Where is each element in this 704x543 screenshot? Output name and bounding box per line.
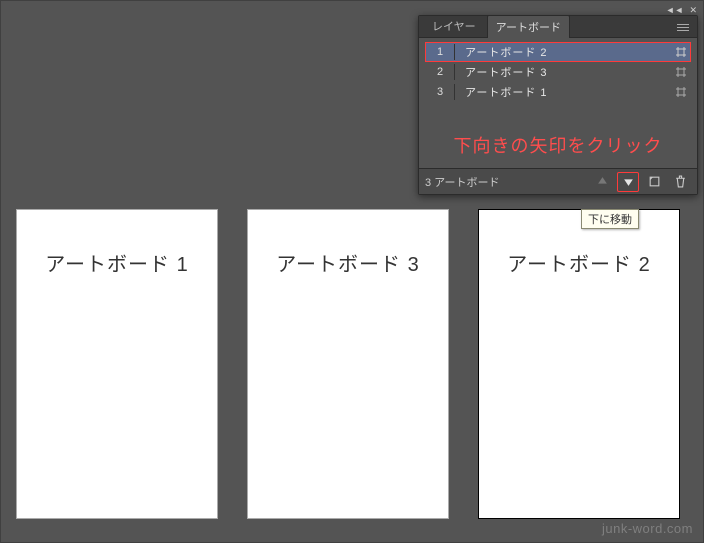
canvas-area: アートボード 1 アートボード 3 アートボード 2 ◄◄ ✕ レイヤー アート… xyxy=(0,0,704,543)
artboard-row[interactable]: 3 アートボード 1 xyxy=(425,82,691,102)
panel-menu-icon[interactable] xyxy=(677,19,693,35)
tab-layers[interactable]: レイヤー xyxy=(423,14,485,37)
row-name: アートボード 1 xyxy=(465,84,672,100)
row-index: 3 xyxy=(426,86,454,98)
row-sep xyxy=(454,64,455,80)
row-index: 1 xyxy=(426,46,454,58)
artboard-row[interactable]: 1 アートボード 2 xyxy=(425,42,691,62)
artboard-options-icon[interactable] xyxy=(672,46,690,58)
move-up-icon[interactable] xyxy=(591,172,613,192)
annotation-text: 下向きの矢印をクリック xyxy=(419,104,697,168)
artboard-card[interactable]: アートボード 1 xyxy=(17,210,217,518)
artboard-list: 1 アートボード 2 2 アートボード 3 3 アートボード 1 xyxy=(419,38,697,104)
row-sep xyxy=(454,84,455,100)
move-down-icon[interactable] xyxy=(617,172,639,192)
panel-footer: 3 アートボード xyxy=(419,168,697,194)
tab-artboards[interactable]: アートボード xyxy=(487,15,570,38)
delete-icon[interactable] xyxy=(669,172,691,192)
new-artboard-icon[interactable] xyxy=(643,172,665,192)
tooltip: 下に移動 xyxy=(581,209,639,229)
close-icon[interactable]: ✕ xyxy=(689,5,697,16)
artboard-row[interactable]: 2 アートボード 3 xyxy=(425,62,691,82)
artboards-panel: ◄◄ ✕ レイヤー アートボード 1 アートボード 2 2 アートボード 3 xyxy=(418,15,698,195)
collapse-icon[interactable]: ◄◄ xyxy=(666,5,684,15)
artboard-card[interactable]: アートボード 3 xyxy=(248,210,448,518)
artboard-title: アートボード 3 xyxy=(248,248,448,277)
artboard-count-label: 3 アートボード xyxy=(425,174,587,190)
artboard-card-selected[interactable]: アートボード 2 xyxy=(479,210,679,518)
watermark-text: junk-word.com xyxy=(602,521,693,536)
row-name: アートボード 3 xyxy=(465,64,672,80)
artboard-title: アートボード 2 xyxy=(479,248,679,277)
row-sep xyxy=(454,44,455,60)
panel-window-controls: ◄◄ ✕ xyxy=(666,4,697,16)
artboard-title: アートボード 1 xyxy=(17,248,217,277)
row-index: 2 xyxy=(426,66,454,78)
panel-tabs: レイヤー アートボード xyxy=(419,16,697,38)
artboard-options-icon[interactable] xyxy=(672,86,690,98)
row-name: アートボード 2 xyxy=(465,44,672,60)
artboard-options-icon[interactable] xyxy=(672,66,690,78)
